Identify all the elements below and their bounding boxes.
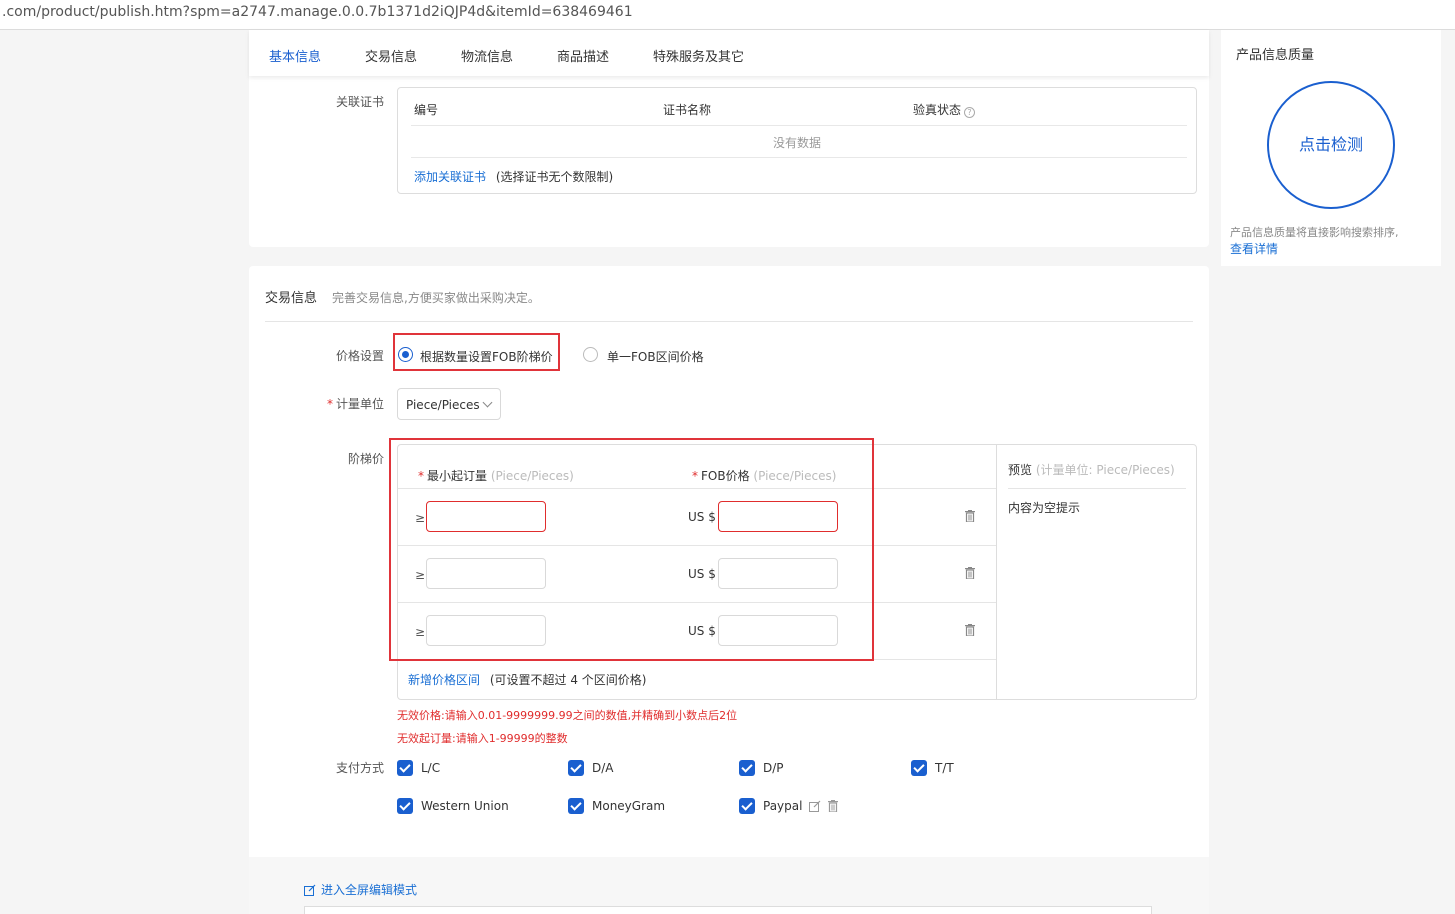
add-price-tier-note: (可设置不超过 4 个区间价格)	[489, 673, 647, 687]
checkbox-tt[interactable]	[911, 760, 927, 776]
radio-single-price-label[interactable]: 单一FOB区间价格	[607, 348, 704, 365]
divider	[996, 445, 997, 699]
price-error-text: 无效价格:请输入0.01-9999999.99之间的数值,并精确到小数点后2位	[397, 709, 738, 722]
section-title: 交易信息	[265, 291, 318, 306]
checkbox-western-union[interactable]	[397, 798, 413, 814]
add-price-tier-link[interactable]: 新增价格区间	[408, 673, 480, 687]
checkbox-moneygram[interactable]	[568, 798, 584, 814]
quality-note: 产品信息质量将直接影响搜索排序,	[1230, 226, 1399, 239]
trash-icon[interactable]	[965, 510, 975, 522]
unit-select[interactable]: Piece/Pieces	[397, 388, 501, 420]
rich-text-editor[interactable]	[304, 906, 1152, 914]
edit-icon[interactable]	[809, 800, 821, 812]
section-subtitle: 完善交易信息,方便买家做出采购决定。	[332, 291, 540, 305]
tab-basic-info[interactable]: 基本信息	[269, 46, 321, 65]
price-setting-label: 价格设置	[336, 349, 385, 363]
fullscreen-edit-row: 进入全屏编辑模式	[304, 881, 417, 898]
unit-select-value: Piece/Pieces	[406, 398, 480, 412]
url-text[interactable]: .com/product/publish.htm?spm=a2747.manag…	[2, 4, 633, 20]
add-certificate-row: 添加关联证书 (选择证书无个数限制)	[414, 168, 613, 185]
unit-label: * 计量单位	[327, 397, 385, 411]
divider	[265, 321, 1193, 322]
payment-da-label[interactable]: D/A	[592, 761, 614, 775]
section-tabs: 基本信息 交易信息 物流信息 商品描述 特殊服务及其它	[249, 30, 1209, 76]
qty-error-text: 无效起订量:请输入1-99999的整数	[397, 732, 568, 745]
add-tier-row: 新增价格区间 (可设置不超过 4 个区间价格)	[408, 671, 646, 688]
radio-tiered-price[interactable]	[398, 347, 413, 362]
quality-panel: 产品信息质量 点击检测 产品信息质量将直接影响搜索排序, 查看详情	[1221, 30, 1441, 266]
trash-icon[interactable]	[828, 800, 838, 812]
preview-empty-text: 内容为空提示	[1008, 501, 1081, 515]
preview-title: 预览 (计量单位: Piece/Pieces)	[1008, 463, 1175, 477]
trash-icon[interactable]	[965, 624, 975, 636]
payment-moneygram-label[interactable]: MoneyGram	[592, 799, 665, 813]
view-details-link[interactable]: 查看详情	[1230, 240, 1278, 257]
certificates-table: 编号 证书名称 验真状态? 没有数据 添加关联证书 (选择证书无个数限制)	[397, 87, 1197, 194]
radio-tiered-price-label[interactable]: 根据数量设置FOB阶梯价	[420, 348, 553, 365]
trash-icon[interactable]	[965, 567, 975, 579]
payment-tt-label[interactable]: T/T	[935, 761, 954, 775]
payment-dp-label[interactable]: D/P	[763, 761, 784, 775]
add-certificate-link[interactable]: 添加关联证书	[414, 170, 486, 184]
fullscreen-edit-link[interactable]: 进入全屏编辑模式	[321, 883, 417, 897]
address-bar[interactable]: .com/product/publish.htm?spm=a2747.manag…	[0, 0, 1455, 30]
column-verify-status: 验真状态?	[913, 101, 976, 118]
radio-single-price[interactable]	[583, 347, 598, 362]
checkbox-da[interactable]	[568, 760, 584, 776]
edit-icon	[304, 884, 316, 896]
checkbox-lc[interactable]	[397, 760, 413, 776]
chevron-down-icon	[482, 397, 493, 408]
empty-state-text: 没有数据	[772, 136, 821, 150]
tier-price-label: 阶梯价	[348, 452, 385, 466]
certificates-label: 关联证书	[336, 95, 385, 109]
highlight-box	[389, 438, 874, 661]
checkbox-paypal[interactable]	[739, 798, 755, 814]
add-certificate-note: (选择证书无个数限制)	[495, 170, 614, 184]
divider	[1008, 488, 1186, 489]
tab-logistics-info[interactable]: 物流信息	[461, 46, 513, 65]
checkbox-dp[interactable]	[739, 760, 755, 776]
divider	[411, 157, 1187, 158]
quality-title: 产品信息质量	[1236, 48, 1315, 63]
check-quality-button[interactable]: 点击检测	[1267, 81, 1395, 209]
divider	[411, 125, 1187, 126]
tab-product-description[interactable]: 商品描述	[557, 46, 609, 65]
payment-western-union-label[interactable]: Western Union	[421, 799, 509, 813]
column-number: 编号	[414, 103, 439, 117]
payment-label: 支付方式	[336, 761, 385, 775]
column-certificate-name: 证书名称	[663, 103, 712, 117]
payment-paypal-label[interactable]: Paypal	[763, 799, 802, 813]
payment-lc-label[interactable]: L/C	[421, 761, 440, 775]
tab-special-services[interactable]: 特殊服务及其它	[653, 46, 744, 65]
tab-trade-info[interactable]: 交易信息	[365, 46, 417, 65]
help-icon[interactable]: ?	[964, 107, 976, 118]
